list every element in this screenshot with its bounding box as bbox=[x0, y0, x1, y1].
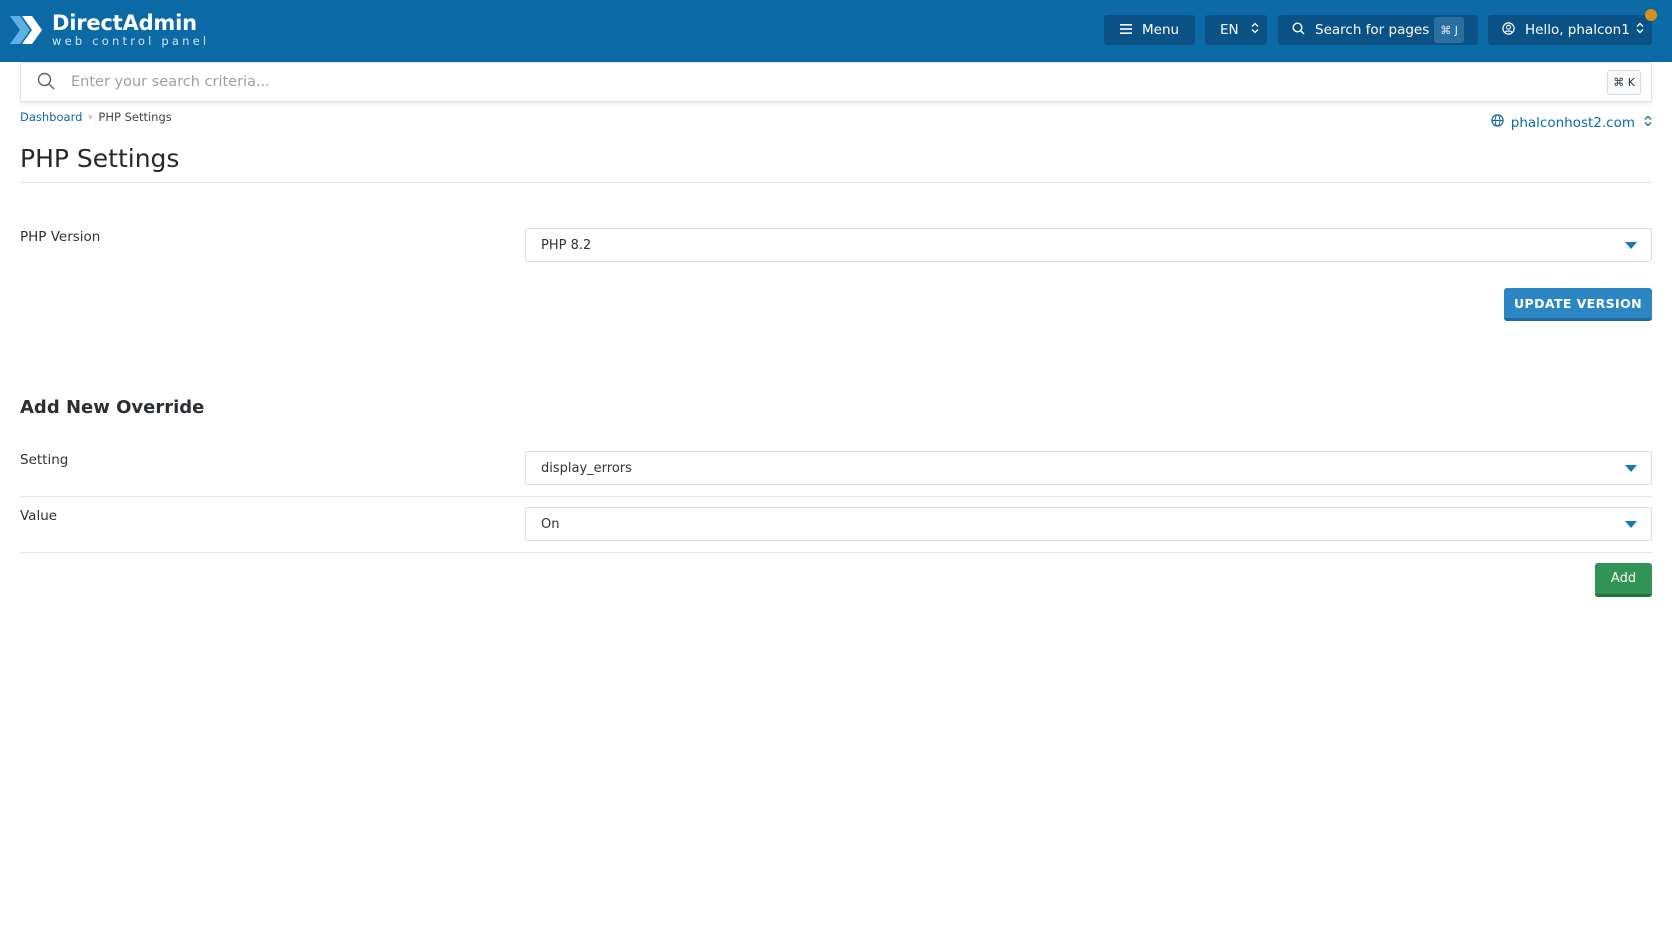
directadmin-logo[interactable]: DirectAdmin web control panel bbox=[8, 8, 209, 52]
language-label: EN bbox=[1220, 22, 1239, 38]
global-search-shortcut: ⌘ K bbox=[1607, 70, 1641, 95]
global-search-bar: ⌘ K bbox=[20, 62, 1652, 102]
override-section-title: Add New Override bbox=[20, 397, 205, 418]
brand-tagline: web control panel bbox=[52, 33, 210, 48]
add-override-button[interactable]: Add bbox=[1595, 563, 1652, 597]
caret-down-icon bbox=[1625, 465, 1637, 472]
setting-label: Setting bbox=[20, 452, 69, 468]
global-search-input[interactable] bbox=[71, 69, 1571, 95]
chevron-right-icon: › bbox=[88, 111, 93, 123]
php-version-select[interactable]: PHP 8.2 bbox=[525, 228, 1652, 262]
hamburger-icon bbox=[1120, 22, 1132, 38]
chevron-updown-icon bbox=[1251, 22, 1259, 38]
menu-button[interactable]: Menu bbox=[1104, 15, 1195, 45]
row-divider bbox=[20, 552, 1652, 553]
caret-down-icon bbox=[1625, 521, 1637, 528]
value-label: Value bbox=[20, 508, 58, 524]
row-divider bbox=[20, 496, 1652, 497]
search-icon bbox=[37, 72, 55, 94]
chevron-updown-icon bbox=[1644, 115, 1652, 131]
setting-value: display_errors bbox=[541, 460, 632, 476]
menu-label: Menu bbox=[1142, 22, 1180, 38]
title-divider bbox=[20, 182, 1652, 183]
user-circle-icon bbox=[1502, 21, 1515, 39]
user-greeting: Hello, phalcon1 bbox=[1525, 22, 1630, 38]
setting-select[interactable]: display_errors bbox=[525, 451, 1652, 485]
directadmin-logo-icon bbox=[10, 16, 42, 44]
breadcrumb: Dashboard › PHP Settings bbox=[20, 110, 172, 124]
php-version-value: PHP 8.2 bbox=[541, 237, 592, 253]
php-version-label: PHP Version bbox=[20, 229, 101, 245]
value-value: On bbox=[541, 516, 560, 532]
breadcrumb-dashboard-link[interactable]: Dashboard bbox=[20, 110, 82, 124]
page-search-button[interactable]: Search for pages ⌘ J bbox=[1278, 15, 1478, 45]
update-version-button[interactable]: UPDATE VERSION bbox=[1504, 288, 1652, 321]
globe-icon bbox=[1491, 114, 1504, 131]
domain-name: phalconhost2.com bbox=[1510, 114, 1635, 131]
page-title: PHP Settings bbox=[20, 144, 180, 173]
language-selector[interactable]: EN bbox=[1205, 15, 1267, 45]
chevron-updown-icon bbox=[1636, 22, 1644, 38]
breadcrumb-current: PHP Settings bbox=[98, 110, 172, 124]
search-icon bbox=[1292, 21, 1305, 39]
brand-name: DirectAdmin bbox=[52, 10, 197, 35]
domain-selector[interactable]: phalconhost2.com bbox=[1491, 114, 1652, 131]
top-navbar: DirectAdmin web control panel Menu EN Se… bbox=[0, 0, 1672, 62]
value-select[interactable]: On bbox=[525, 507, 1652, 541]
caret-down-icon bbox=[1625, 242, 1637, 249]
page-search-label: Search for pages bbox=[1315, 22, 1430, 38]
user-menu-button[interactable]: Hello, phalcon1 bbox=[1488, 15, 1652, 45]
page-search-shortcut: ⌘ J bbox=[1434, 17, 1464, 43]
notification-dot[interactable] bbox=[1645, 9, 1657, 21]
